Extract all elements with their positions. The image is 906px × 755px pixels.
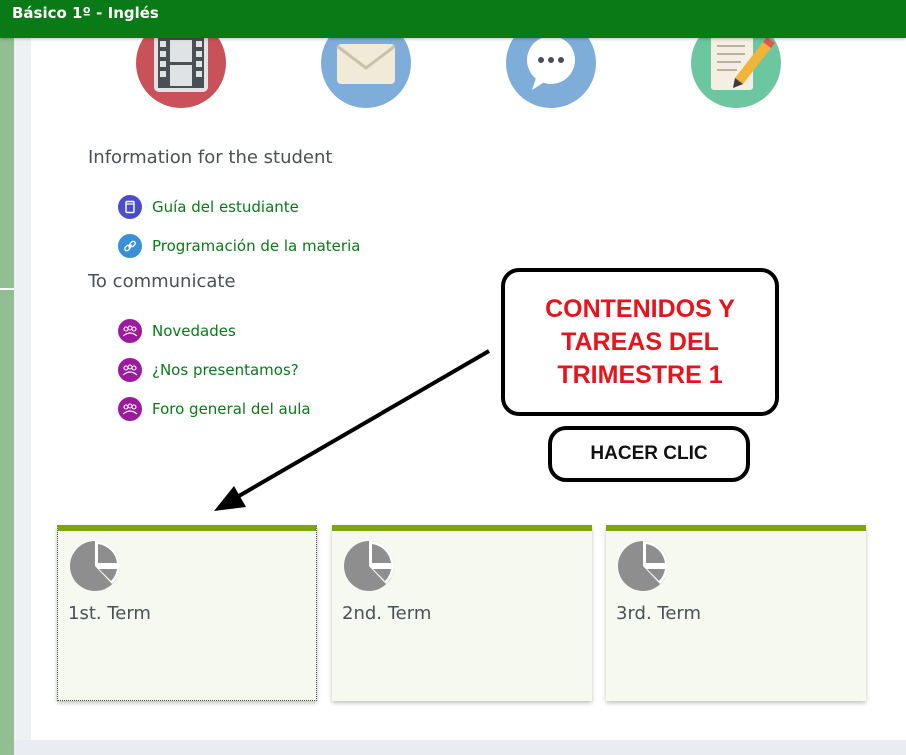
callout-text: CONTENIDOS Y TAREAS DEL TRIMESTRE 1	[545, 294, 735, 389]
pie-chart-icon	[618, 541, 668, 591]
term-label: 2nd. Term	[342, 603, 432, 624]
hacer-clic-button[interactable]: HACER CLIC	[548, 426, 750, 482]
term-label: 3rd. Term	[616, 603, 702, 624]
term-card-3[interactable]: 3rd. Term	[606, 525, 866, 701]
callout-box: CONTENIDOS Y TAREAS DEL TRIMESTRE 1	[501, 268, 779, 416]
term-label: 1st. Term	[68, 603, 151, 624]
pie-chart-icon	[344, 541, 394, 591]
course-title: Básico 1º - Inglés	[12, 4, 159, 22]
button-label: HACER CLIC	[590, 443, 708, 464]
course-header: Básico 1º - Inglés	[0, 0, 906, 38]
term-card-1[interactable]: 1st. Term	[57, 525, 317, 701]
pie-chart-icon	[70, 541, 120, 591]
term-card-2[interactable]: 2nd. Term	[332, 525, 592, 701]
